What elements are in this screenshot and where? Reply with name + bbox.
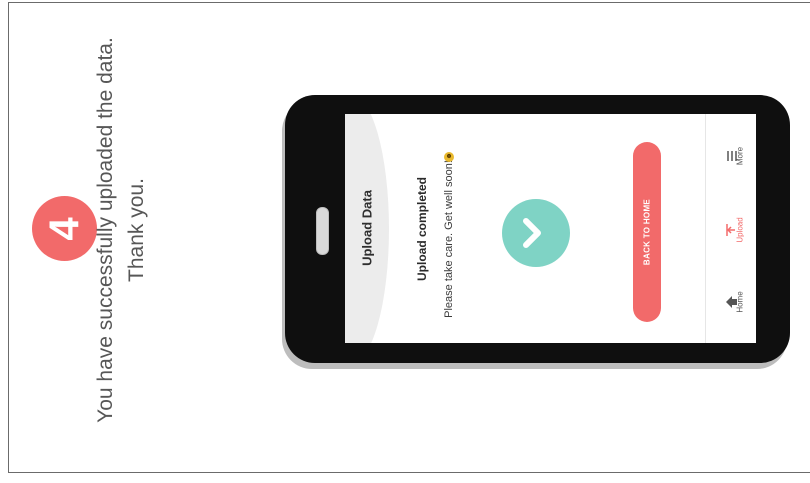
tab-more[interactable]: More (706, 126, 756, 186)
tab-home[interactable]: Home (706, 272, 756, 332)
tab-upload-label: Upload (735, 217, 745, 243)
tab-more-label: More (735, 146, 745, 166)
phone-speaker (316, 207, 329, 255)
instruction-line-1: You have successfully uploaded the data. (94, 37, 117, 423)
instruction-line-2: Thank you. (125, 178, 148, 282)
success-check-circle (502, 199, 570, 267)
step-number-badge: 4 (32, 196, 97, 261)
back-to-home-label: BACK TO HOME (642, 198, 652, 266)
back-to-home-button[interactable]: BACK TO HOME (633, 142, 661, 322)
tab-home-label: Home (735, 291, 745, 313)
instruction-text: You have successfully uploaded the data.… (90, 20, 180, 440)
bottom-tab-bar: Home Upload More (705, 114, 756, 343)
checkmark-icon (523, 218, 541, 248)
tab-upload[interactable]: Upload (706, 200, 756, 260)
status-heading: Upload completed (415, 176, 429, 282)
screen-title: Upload Data (359, 190, 375, 266)
phone-screen: Upload Data Upload completed Please take… (345, 114, 756, 343)
step-number: 4 (40, 216, 88, 241)
smiley-face-icon: ☻ (444, 152, 454, 162)
status-message: Please take care. Get well soon! (443, 160, 455, 318)
